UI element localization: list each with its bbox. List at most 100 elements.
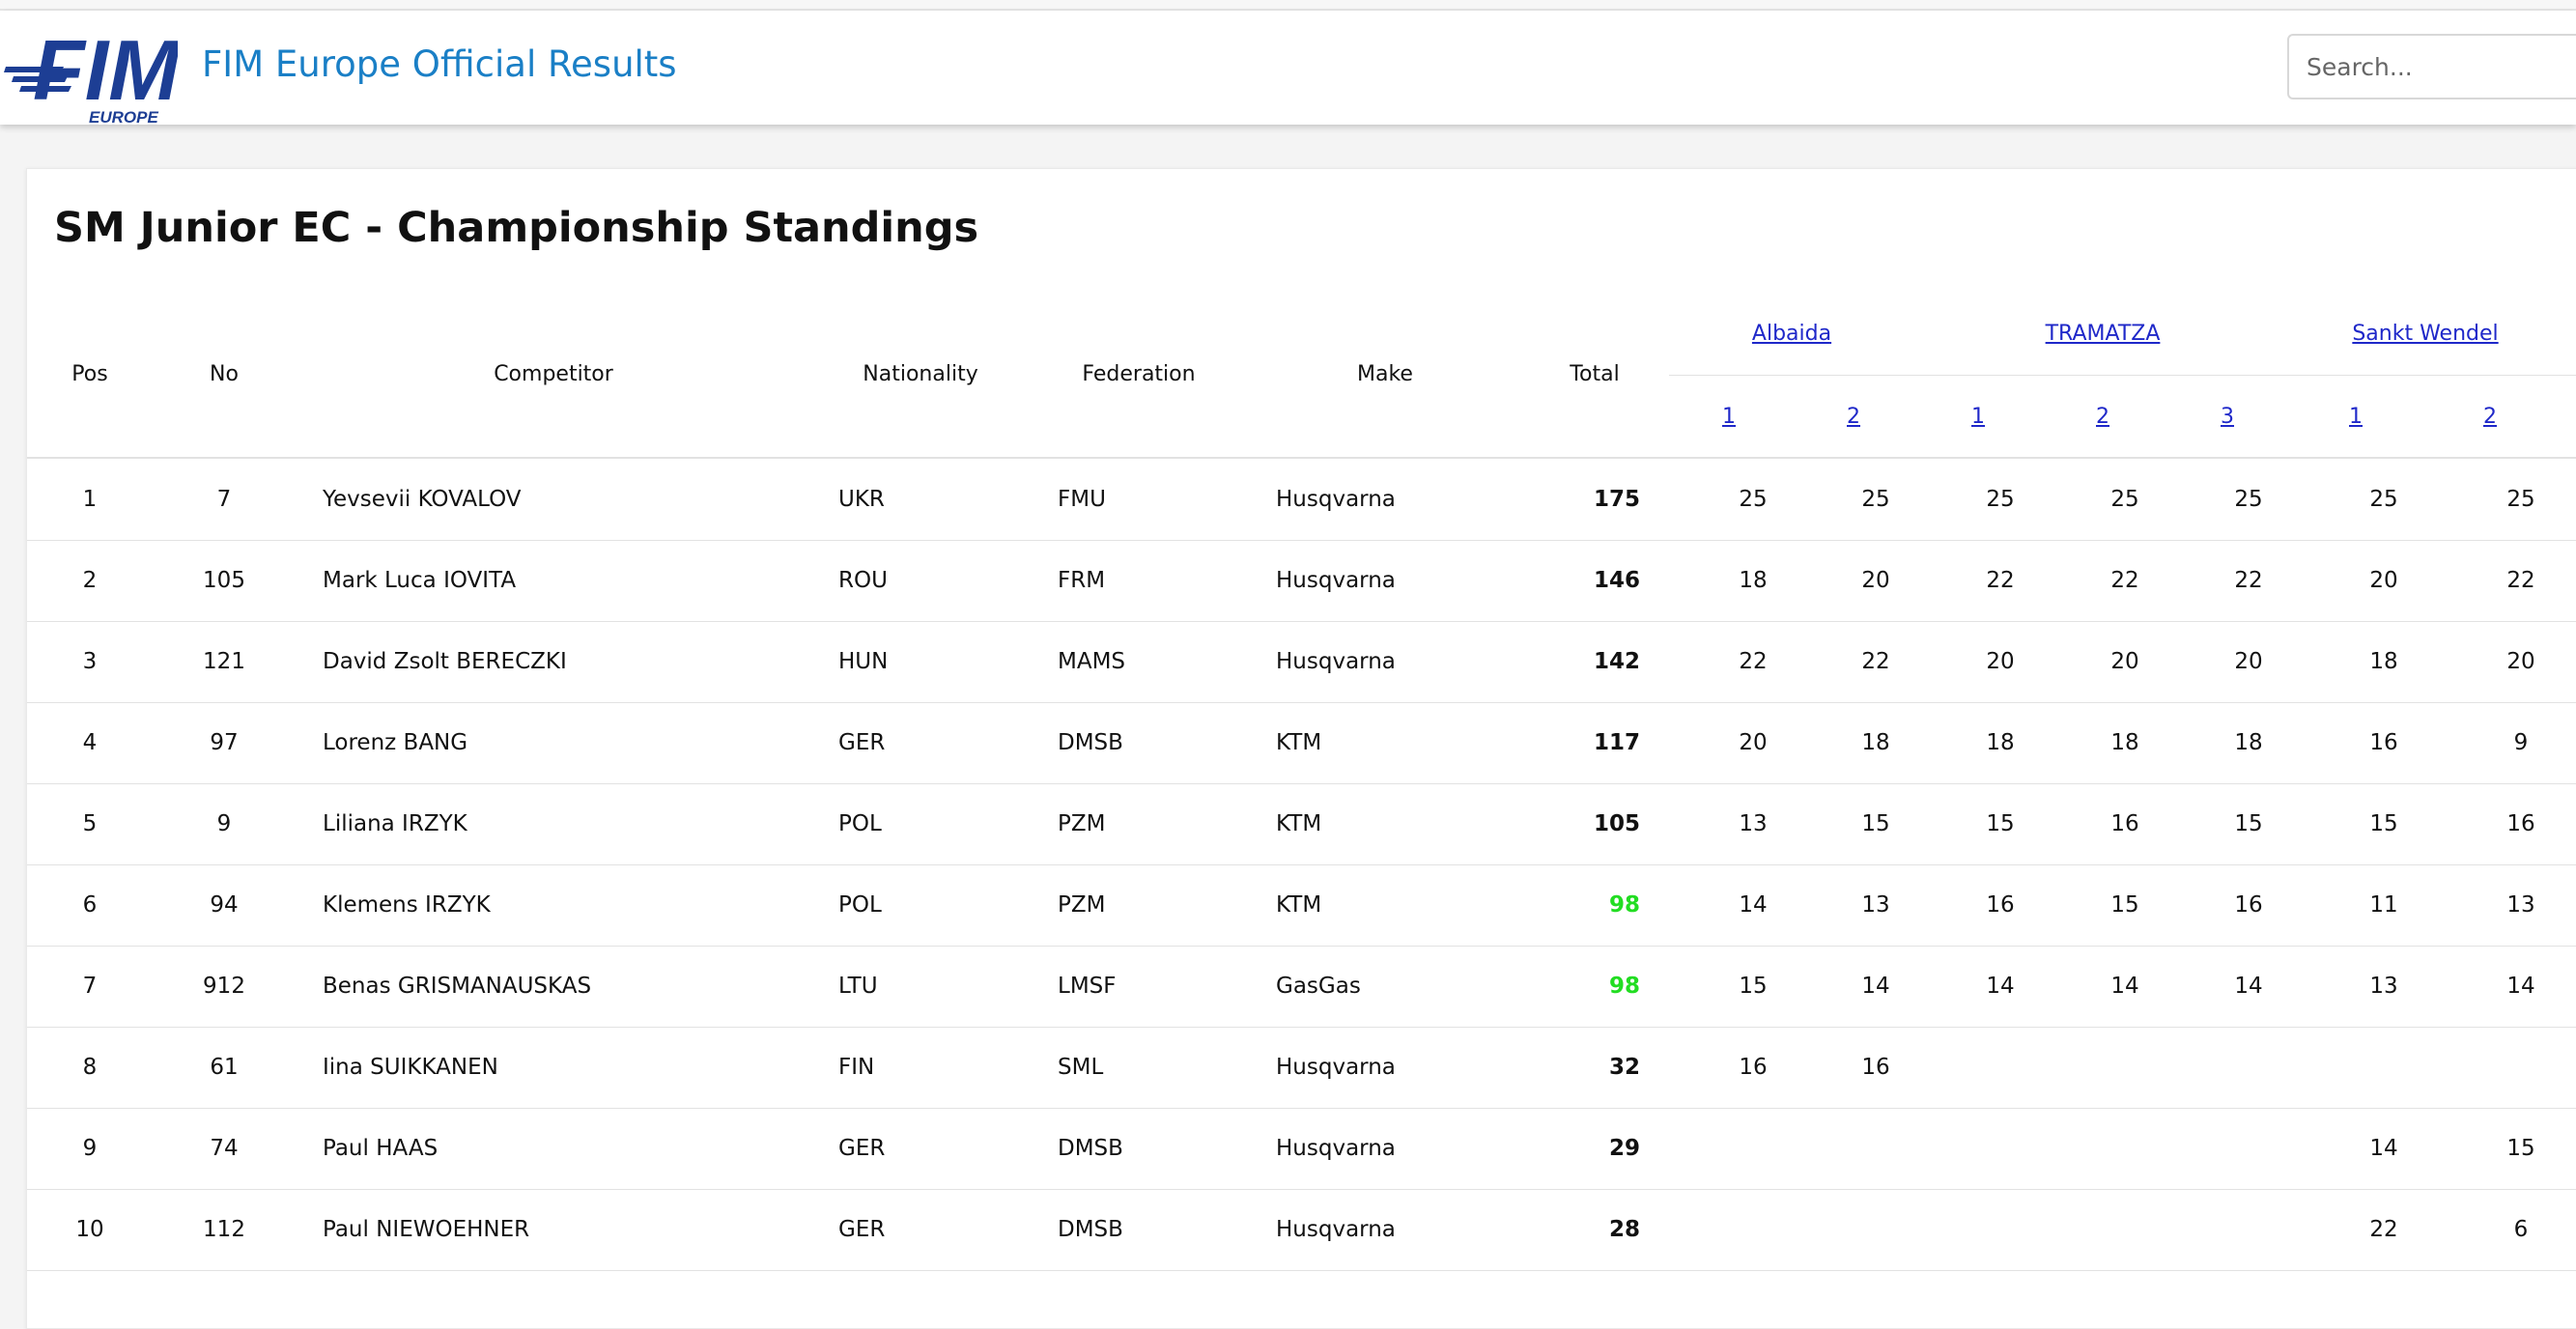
race-link-sankt-wendel-1[interactable]: 1 [2349,405,2363,429]
cell-make: GasGas [1276,974,1361,999]
search-input[interactable] [2287,34,2576,99]
cell-competitor: Paul HAAS [323,1136,439,1161]
cell-nationality: HUN [838,649,889,674]
table-row: 8 61 Iina SUIKKANEN FIN SML Husqvarna 32 16 16 [27,1027,2576,1109]
cell-total: 117 [1593,730,1640,755]
cell-race-points: 18 [2234,730,2263,755]
race-link-tramatza-3[interactable]: 3 [2221,405,2234,429]
logo-subtext: EUROPE [89,108,158,125]
cell-race-points: 14 [2369,1136,2398,1161]
cell-race-points: 15 [1739,974,1768,999]
cell-race-points: 14 [2110,974,2139,999]
cell-total: 29 [1608,1136,1640,1161]
cell-competitor: Paul NIEWOEHNER [323,1217,530,1242]
cell-nationality: LTU [838,974,878,999]
cell-make: Husqvarna [1276,1217,1396,1242]
cell-race-points: 20 [2369,568,2398,593]
fim-europe-logo[interactable]: FIM EUROPE [4,18,178,125]
cell-race-points: 22 [1986,568,2015,593]
cell-race-points: 15 [2234,811,2263,836]
header-pos: Pos [71,362,108,386]
cell-no: 61 [210,1055,239,1080]
cell-race-points: 22 [1739,649,1768,674]
table-row: 5 9 Liliana IRZYK POL PZM KTM 105 13 15 15 16 15 15 1… [27,783,2576,865]
cell-federation: SML [1058,1055,1104,1080]
cell-total: 32 [1608,1055,1640,1080]
site-title[interactable]: FIM Europe Official Results [202,43,677,86]
event-link-albaida[interactable]: Albaida [1752,322,1831,346]
cell-nationality: GER [838,1136,886,1161]
cell-make: KTM [1276,892,1322,918]
cell-race-points: 20 [1986,649,2015,674]
race-link-tramatza-1[interactable]: 1 [1971,405,1985,429]
cell-race-points: 14 [2506,974,2535,999]
event-header-divider [1669,375,2576,376]
cell-race-points: 16 [1739,1055,1768,1080]
cell-race-points: 16 [2369,730,2398,755]
cell-race-points: 18 [1739,568,1768,593]
site-header: FIM EUROPE FIM Europe Official Results [0,11,2576,125]
cell-nationality: POL [838,811,882,836]
cell-pos: 2 [82,568,98,593]
cell-race-points: 20 [1861,568,1890,593]
cell-total: 105 [1593,811,1640,836]
cell-competitor: Klemens IRZYK [323,892,491,918]
cell-race-points: 15 [2369,811,2398,836]
cell-race-points: 25 [1861,487,1890,512]
cell-race-points: 16 [2506,811,2535,836]
race-link-albaida-1[interactable]: 1 [1722,405,1736,429]
cell-race-points: 6 [2513,1217,2529,1242]
cell-race-points: 18 [2369,649,2398,674]
header-nationality: Nationality [863,362,978,386]
header-total: Total [1570,362,1620,386]
cell-total: 98 [1608,892,1640,918]
cell-nationality: GER [838,1217,886,1242]
cell-race-points: 16 [2110,811,2139,836]
cell-total: 28 [1608,1217,1640,1242]
cell-pos: 9 [82,1136,98,1161]
cell-federation: DMSB [1058,730,1123,755]
cell-race-points: 14 [1861,974,1890,999]
cell-pos: 1 [82,487,98,512]
table-row: 6 94 Klemens IRZYK POL PZM KTM 98 14 13 16 15 16 11 1… [27,864,2576,947]
cell-race-points: 15 [1861,811,1890,836]
cell-race-points: 25 [2506,487,2535,512]
cell-no: 9 [216,811,232,836]
cell-race-points: 16 [1986,892,2015,918]
table-row: 4 97 Lorenz BANG GER DMSB KTM 117 20 18 18 18 18 16 9 [27,702,2576,784]
cell-no: 74 [210,1136,239,1161]
cell-race-points: 13 [1739,811,1768,836]
cell-federation: LMSF [1058,974,1117,999]
cell-race-points: 25 [1986,487,2015,512]
race-link-sankt-wendel-2[interactable]: 2 [2483,405,2497,429]
cell-competitor: Mark Luca IOVITA [323,568,517,593]
table-row: 9 74 Paul HAAS GER DMSB Husqvarna 29 14 15 [27,1108,2576,1190]
cell-race-points: 9 [2513,730,2529,755]
cell-federation: FRM [1058,568,1106,593]
cell-competitor: Liliana IRZYK [323,811,467,836]
cell-race-points: 25 [2369,487,2398,512]
cell-federation: PZM [1058,892,1106,918]
top-strip [0,0,2576,11]
cell-total: 175 [1593,487,1640,512]
race-link-albaida-2[interactable]: 2 [1847,405,1860,429]
cell-no: 94 [210,892,239,918]
cell-nationality: FIN [838,1055,875,1080]
cell-federation: DMSB [1058,1217,1123,1242]
cell-pos: 10 [75,1217,104,1242]
event-link-sankt-wendel[interactable]: Sankt Wendel [2352,322,2498,346]
cell-competitor: Lorenz BANG [323,730,468,755]
race-link-tramatza-2[interactable]: 2 [2096,405,2109,429]
cell-no: 105 [203,568,245,593]
cell-no: 912 [203,974,245,999]
header-federation: Federation [1082,362,1196,386]
cell-competitor: Benas GRISMANAUSKAS [323,974,592,999]
cell-race-points: 15 [2110,892,2139,918]
cell-nationality: POL [838,892,882,918]
page-title: SM Junior EC - Championship Standings [54,204,979,252]
cell-nationality: UKR [838,487,885,512]
cell-pos: 6 [82,892,98,918]
event-link-tramatza[interactable]: TRAMATZA [2046,322,2161,346]
header-competitor: Competitor [494,362,613,386]
cell-make: KTM [1276,811,1322,836]
